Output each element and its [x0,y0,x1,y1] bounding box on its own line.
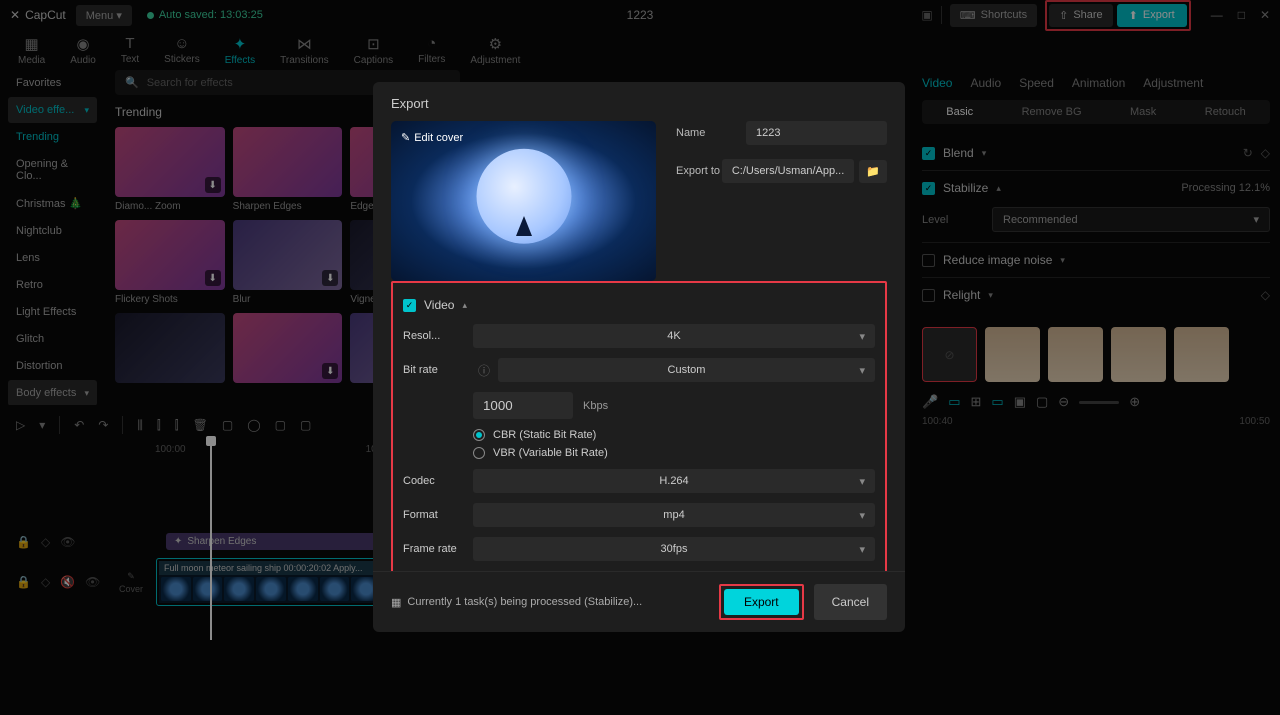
vbr-radio[interactable]: VBR (Variable Bit Rate) [473,447,875,459]
cover-preview: ✎ Edit cover [391,121,656,281]
tasks-icon: ▦ [391,596,401,609]
export-modal: Export ✎ Edit cover Name 1223 Export to … [373,82,905,632]
resolution-select[interactable]: 4K [473,324,875,348]
video-header-label: Video [424,298,454,312]
bitrate-label: Bit rate [403,364,473,376]
codec-select[interactable]: H.264 [473,469,875,493]
export-highlight: Export [719,584,804,620]
cbr-radio[interactable]: CBR (Static Bit Rate) [473,429,875,441]
chevron-up-icon[interactable]: ▴ [462,300,467,311]
bitrate-unit: Kbps [583,400,608,412]
radio-unchecked-icon [473,447,485,459]
framerate-label: Frame rate [403,543,473,555]
ship-graphic [516,216,532,236]
export-path: C:/Users/Usman/App... [722,159,854,183]
radio-checked-icon [473,429,485,441]
export-action-button[interactable]: Export [724,589,799,615]
info-icon[interactable]: ⓘ [478,362,490,379]
export-to-label: Export to [676,165,722,177]
video-export-section: ✓ Video ▴ Resol... 4K Bit rate ⓘ Custom … [391,281,887,571]
cancel-button[interactable]: Cancel [814,584,887,620]
resolution-label: Resol... [403,330,473,342]
name-label: Name [676,127,746,139]
folder-icon[interactable]: 📁 [859,160,887,183]
format-label: Format [403,509,473,521]
format-select[interactable]: mp4 [473,503,875,527]
name-input[interactable]: 1223 [746,121,887,145]
framerate-select[interactable]: 30fps [473,537,875,561]
codec-label: Codec [403,475,473,487]
bitrate-select[interactable]: Custom [498,358,875,382]
modal-title: Export [373,82,905,121]
processing-status: ▦ Currently 1 task(s) being processed (S… [391,596,642,609]
video-checkbox[interactable]: ✓ [403,299,416,312]
edit-cover-button[interactable]: ✎ Edit cover [401,131,463,144]
pencil-icon: ✎ [401,131,410,144]
bitrate-input[interactable] [473,392,573,419]
modal-footer: ▦ Currently 1 task(s) being processed (S… [373,571,905,632]
